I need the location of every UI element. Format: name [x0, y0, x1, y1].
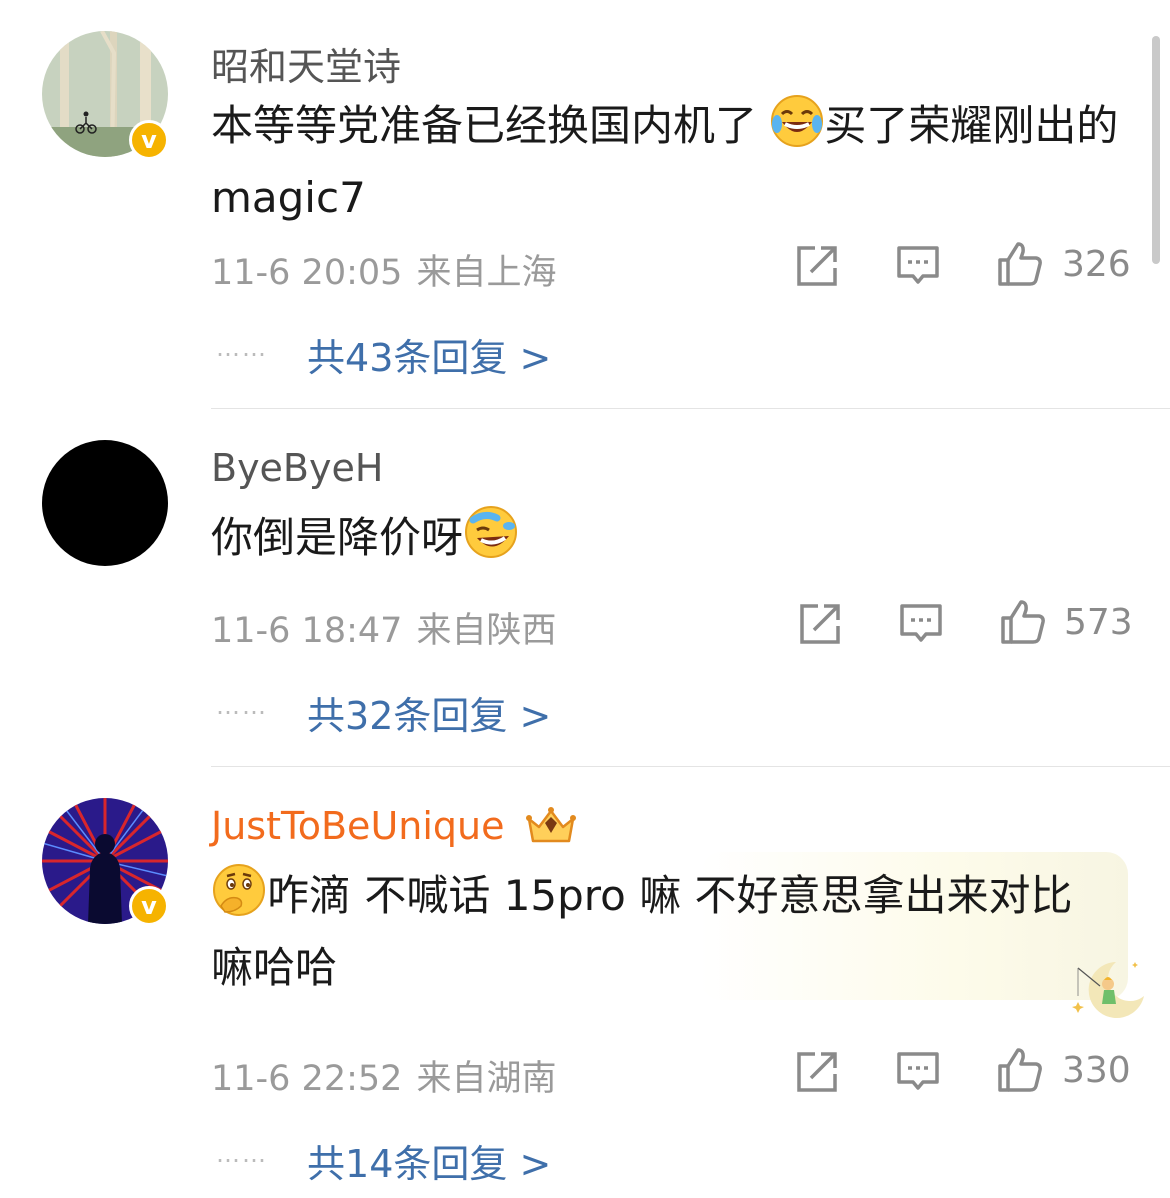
username[interactable]: JustToBeUnique: [211, 804, 579, 854]
comment-text: 咋滴 不喊话 15pro 嘛 不好意思拿出来对比嘛哈哈: [211, 862, 1091, 1000]
vip-crown-icon: [523, 805, 579, 854]
comment-text: 你倒是降价呀: [211, 504, 1121, 578]
laughing-tears-emoji-icon: [770, 94, 824, 166]
comment-meta: 11-6 18:47 来自陕西: [211, 602, 556, 653]
scrollbar[interactable]: [1152, 36, 1160, 264]
username[interactable]: 昭和天堂诗: [211, 36, 401, 91]
comment-icon[interactable]: [899, 602, 943, 650]
comment-icon[interactable]: [896, 1050, 940, 1098]
location: 来自上海: [416, 253, 557, 293]
like-count: 330: [1062, 1050, 1131, 1091]
timestamp: 11-6 18:47: [211, 611, 403, 651]
view-replies-link[interactable]: 共14条回复 >: [307, 1133, 551, 1188]
comment-meta: 11-6 20:05 来自上海: [211, 244, 556, 295]
verified-badge-icon: v: [129, 886, 169, 926]
view-replies-link[interactable]: 共43条回复 >: [307, 327, 551, 382]
like-count: 573: [1064, 602, 1133, 643]
dots: ……: [216, 1140, 268, 1168]
location: 来自湖南: [416, 1059, 557, 1099]
divider: [211, 408, 1170, 409]
location: 来自陕西: [416, 611, 557, 651]
thinking-emoji-icon: [211, 862, 267, 936]
divider: [211, 766, 1170, 767]
rolling-laugh-emoji-icon: [463, 504, 519, 578]
timestamp: 11-6 22:52: [211, 1059, 403, 1099]
view-replies-link[interactable]: 共32条回复 >: [307, 685, 551, 740]
like-icon[interactable]: [996, 1046, 1044, 1098]
share-icon[interactable]: [795, 1050, 839, 1098]
like-icon[interactable]: [996, 240, 1044, 292]
dots: ……: [216, 692, 268, 720]
like-icon[interactable]: [999, 598, 1047, 650]
timestamp: 11-6 20:05: [211, 253, 403, 293]
share-icon[interactable]: [798, 602, 842, 650]
dots: ……: [216, 334, 268, 362]
avatar[interactable]: [42, 440, 168, 566]
comment-meta: 11-6 22:52 来自湖南: [211, 1050, 556, 1101]
username[interactable]: ByeByeH: [211, 446, 383, 490]
verified-badge-icon: v: [129, 120, 169, 160]
comment-text: 本等等党准备已经换国内机了 买了荣耀刚出的 magic7: [211, 94, 1121, 230]
like-count: 326: [1062, 244, 1131, 285]
comment-icon[interactable]: [896, 244, 940, 292]
share-icon[interactable]: [795, 244, 839, 292]
